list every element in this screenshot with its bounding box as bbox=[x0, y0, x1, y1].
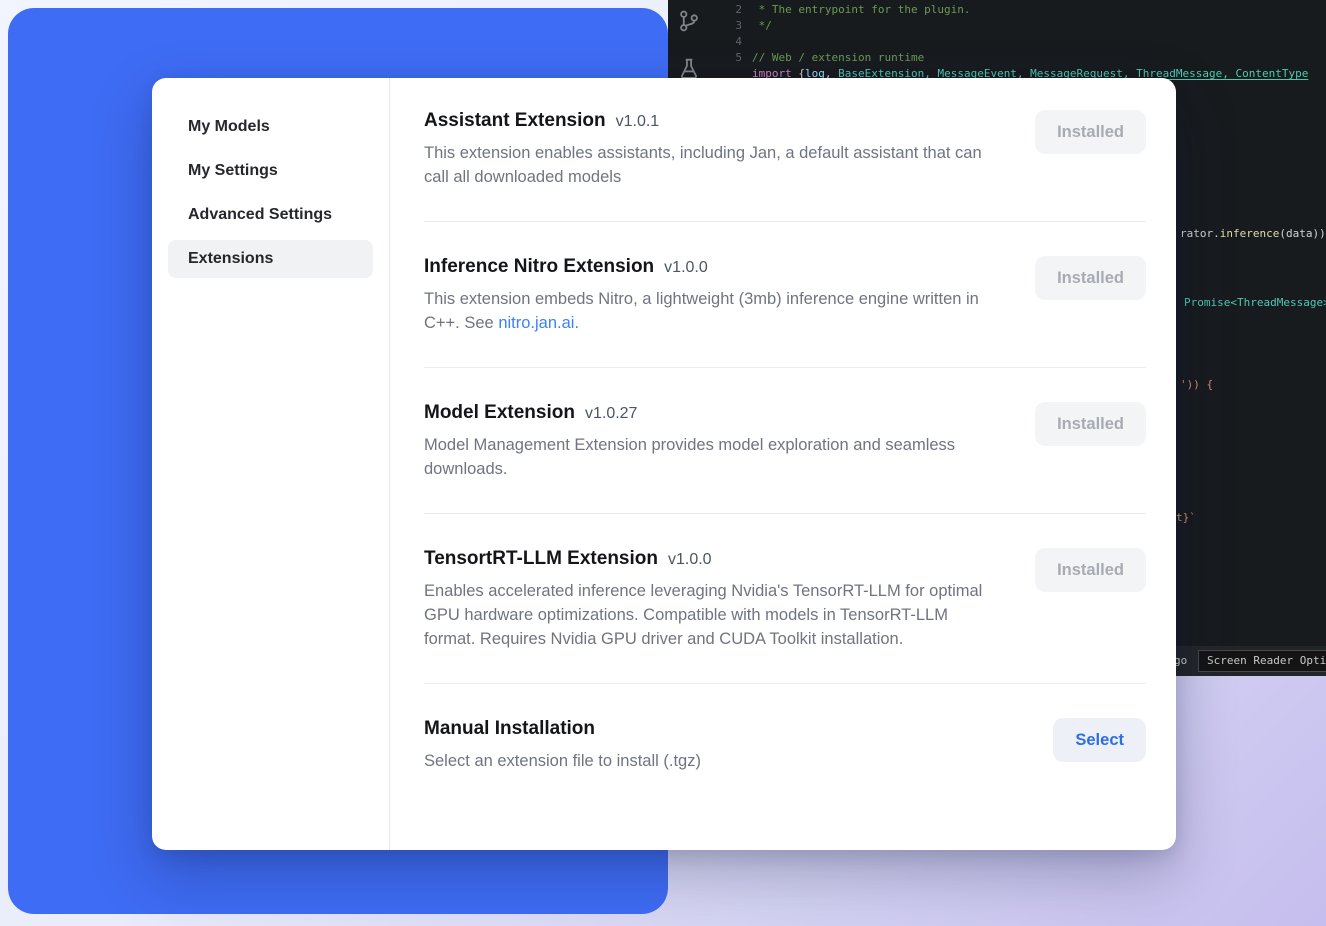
extension-info: TensortRT-LLM Extension v1.0.0 Enables ac… bbox=[424, 548, 1002, 651]
settings-modal: My Models My Settings Advanced Settings … bbox=[152, 78, 1176, 850]
extension-info: Model Extension v1.0.27 Model Management … bbox=[424, 402, 1002, 481]
extension-row: Inference Nitro Extension v1.0.0 This ext… bbox=[424, 222, 1146, 368]
manual-installation-info: Manual Installation Select an extension … bbox=[424, 718, 701, 773]
extension-row: Model Extension v1.0.27 Model Management … bbox=[424, 368, 1146, 514]
screen-reader-badge: Screen Reader Optimized bbox=[1198, 650, 1326, 672]
extension-name: Inference Nitro Extension bbox=[424, 256, 654, 277]
extensions-panel: Assistant Extension v1.0.1 This extension… bbox=[390, 78, 1176, 850]
line-numbers: 2 3 4 5 bbox=[712, 2, 742, 66]
sidebar: My Models My Settings Advanced Settings … bbox=[152, 78, 390, 850]
extension-title: TensortRT-LLM Extension v1.0.0 bbox=[424, 548, 1002, 570]
sidebar-item-advanced-settings[interactable]: Advanced Settings bbox=[168, 196, 373, 234]
extension-info: Assistant Extension v1.0.1 This extension… bbox=[424, 110, 1002, 189]
select-button[interactable]: Select bbox=[1053, 718, 1146, 762]
extension-name: TensortRT-LLM Extension bbox=[424, 548, 658, 569]
extension-version: v1.0.1 bbox=[616, 113, 660, 130]
line-number: 5 bbox=[712, 50, 742, 66]
extension-name: Model Extension bbox=[424, 402, 575, 423]
line-number: 4 bbox=[712, 34, 742, 50]
extension-version: v1.0.0 bbox=[668, 551, 712, 568]
code-line-comment: * The entrypoint for the plugin. bbox=[752, 2, 971, 18]
extension-description: This extension embeds Nitro, a lightweig… bbox=[424, 287, 1002, 335]
code-line-comment: // Web / extension runtime bbox=[752, 50, 924, 66]
manual-installation-description: Select an extension file to install (.tg… bbox=[424, 749, 701, 773]
extension-description: Enables accelerated inference leveraging… bbox=[424, 579, 1002, 651]
sidebar-item-my-settings[interactable]: My Settings bbox=[168, 152, 373, 190]
extension-title: Inference Nitro Extension v1.0.0 bbox=[424, 256, 1002, 278]
extension-row: Assistant Extension v1.0.1 This extension… bbox=[424, 78, 1146, 222]
code-fragment: Promise<ThreadMessage> bbox=[1184, 295, 1326, 311]
nitro-link[interactable]: nitro.jan.ai. bbox=[498, 314, 579, 332]
source-control-icon[interactable] bbox=[677, 9, 701, 33]
page-background: 2 3 4 5 * The entrypoint for the plugin.… bbox=[0, 0, 1326, 926]
extension-description: Model Management Extension provides mode… bbox=[424, 433, 1002, 481]
code-fragment: ')) { bbox=[1180, 377, 1213, 393]
extension-name: Assistant Extension bbox=[424, 110, 606, 131]
installed-button[interactable]: Installed bbox=[1035, 402, 1146, 446]
extension-info: Inference Nitro Extension v1.0.0 This ext… bbox=[424, 256, 1002, 335]
code-line-comment: */ bbox=[752, 18, 772, 34]
installed-button[interactable]: Installed bbox=[1035, 110, 1146, 154]
manual-installation-title: Manual Installation bbox=[424, 718, 701, 740]
line-number: 3 bbox=[712, 18, 742, 34]
code-fragment: rator.inference(data)); bbox=[1180, 226, 1326, 242]
sidebar-item-my-models[interactable]: My Models bbox=[168, 108, 373, 146]
extension-title: Assistant Extension v1.0.1 bbox=[424, 110, 1002, 132]
installed-button[interactable]: Installed bbox=[1035, 548, 1146, 592]
extension-description: This extension enables assistants, inclu… bbox=[424, 141, 1002, 189]
sidebar-item-extensions[interactable]: Extensions bbox=[168, 240, 373, 278]
manual-installation-row: Manual Installation Select an extension … bbox=[424, 684, 1146, 805]
line-number: 2 bbox=[712, 2, 742, 18]
extension-version: v1.0.0 bbox=[664, 259, 708, 276]
code-fragment: t}` bbox=[1176, 510, 1196, 526]
extension-version: v1.0.27 bbox=[585, 405, 637, 422]
extension-row: TensortRT-LLM Extension v1.0.0 Enables ac… bbox=[424, 514, 1146, 684]
installed-button[interactable]: Installed bbox=[1035, 256, 1146, 300]
extension-title: Model Extension v1.0.27 bbox=[424, 402, 1002, 424]
